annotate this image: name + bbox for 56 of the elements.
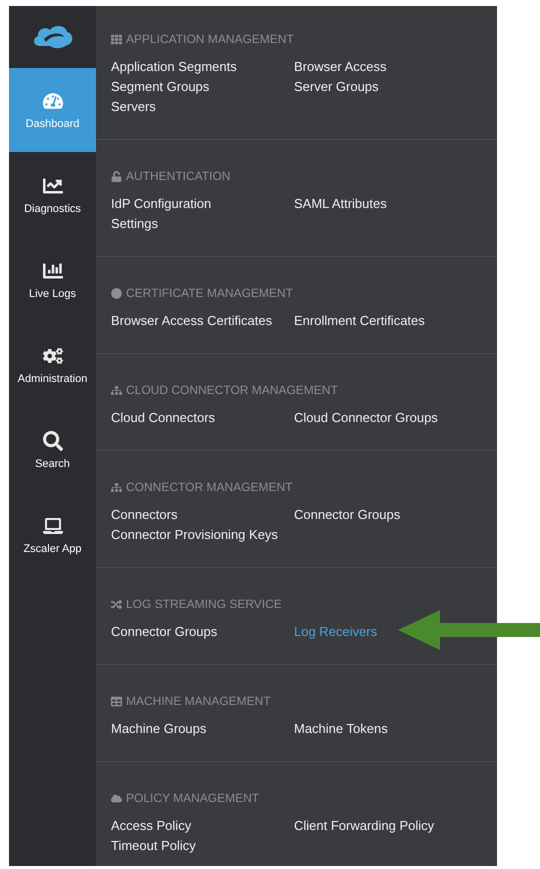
menu-link[interactable]: Connector Provisioning Keys (111, 527, 278, 542)
menu-link[interactable]: Machine Tokens (294, 721, 388, 736)
sidebar-label: Live Logs (28, 288, 76, 300)
section-heading: LOG STREAMING SERVICE (126, 597, 282, 611)
sidebar-label: Search (35, 458, 70, 470)
section-heading: APPLICATION MANAGEMENT (126, 32, 294, 46)
line-chart-icon (42, 176, 62, 196)
sidebar-item[interactable]: Search (9, 408, 96, 492)
section-heading: MACHINE MANAGEMENT (126, 694, 271, 708)
menu-link[interactable]: Enrollment Certificates (294, 313, 425, 328)
sidebar-label: Zscaler App (23, 542, 82, 554)
menu-link[interactable]: Connector Groups (294, 507, 400, 522)
sidebar-item[interactable]: Diagnostics (9, 153, 96, 237)
menu-link[interactable]: Machine Groups (111, 721, 206, 736)
menu-link[interactable]: Connector Groups (111, 624, 218, 639)
circle-icon (111, 288, 122, 298)
menu-link[interactable]: Segment Groups (111, 79, 210, 94)
sidebar-label: Dashboard (26, 118, 80, 130)
laptop-icon (42, 516, 62, 536)
menu-link[interactable]: Browser Access (294, 59, 386, 74)
menu-link[interactable]: Settings (111, 216, 158, 231)
section-heading: AUTHENTICATION (126, 169, 230, 183)
cloud-icon (111, 792, 122, 804)
shuffle-icon (111, 598, 122, 610)
grid-icon (111, 34, 122, 44)
menu-link[interactable]: Cloud Connectors (111, 410, 216, 425)
menu-link[interactable]: Connectors (111, 507, 178, 522)
sidebar-label: Diagnostics (24, 202, 81, 214)
menu-link[interactable]: Browser Access Certificates (111, 313, 272, 328)
menu-link[interactable]: Log Receivers (294, 624, 378, 639)
menu-link[interactable]: IdP Configuration (111, 196, 212, 211)
table-icon (111, 696, 122, 706)
section-heading: POLICY MANAGEMENT (126, 791, 260, 805)
menu-link[interactable]: Servers (111, 99, 156, 114)
gears-icon (42, 346, 62, 366)
menu-link[interactable]: SAML Attributes (294, 196, 387, 211)
section-heading: CLOUD CONNECTOR MANAGEMENT (126, 383, 338, 397)
gauge-icon (42, 90, 62, 110)
sidebar-label: Administration (18, 372, 88, 384)
search-icon (42, 430, 62, 450)
menu-link[interactable]: Client Forwarding Policy (294, 818, 434, 833)
sidebar-item[interactable]: Live Logs (9, 238, 96, 322)
sidebar-item[interactable]: Zscaler App (9, 493, 96, 577)
section-heading: CONNECTOR MANAGEMENT (126, 480, 292, 494)
menu-link[interactable]: Application Segments (111, 59, 237, 74)
hierarchy-icon (111, 482, 122, 492)
sidebar-item[interactable]: Administration (9, 323, 96, 407)
menu-link[interactable]: Timeout Policy (111, 838, 196, 853)
bar-chart-icon (42, 260, 62, 280)
menu-link[interactable]: Access Policy (111, 818, 192, 833)
unlocked-padlock-icon (111, 170, 122, 182)
section-heading: CERTIFICATE MANAGEMENT (126, 286, 293, 300)
cloud-logo (32, 24, 74, 50)
hierarchy-icon (111, 384, 122, 396)
menu-link[interactable]: Cloud Connector Groups (294, 410, 438, 425)
menu-link[interactable]: Server Groups (294, 79, 379, 94)
